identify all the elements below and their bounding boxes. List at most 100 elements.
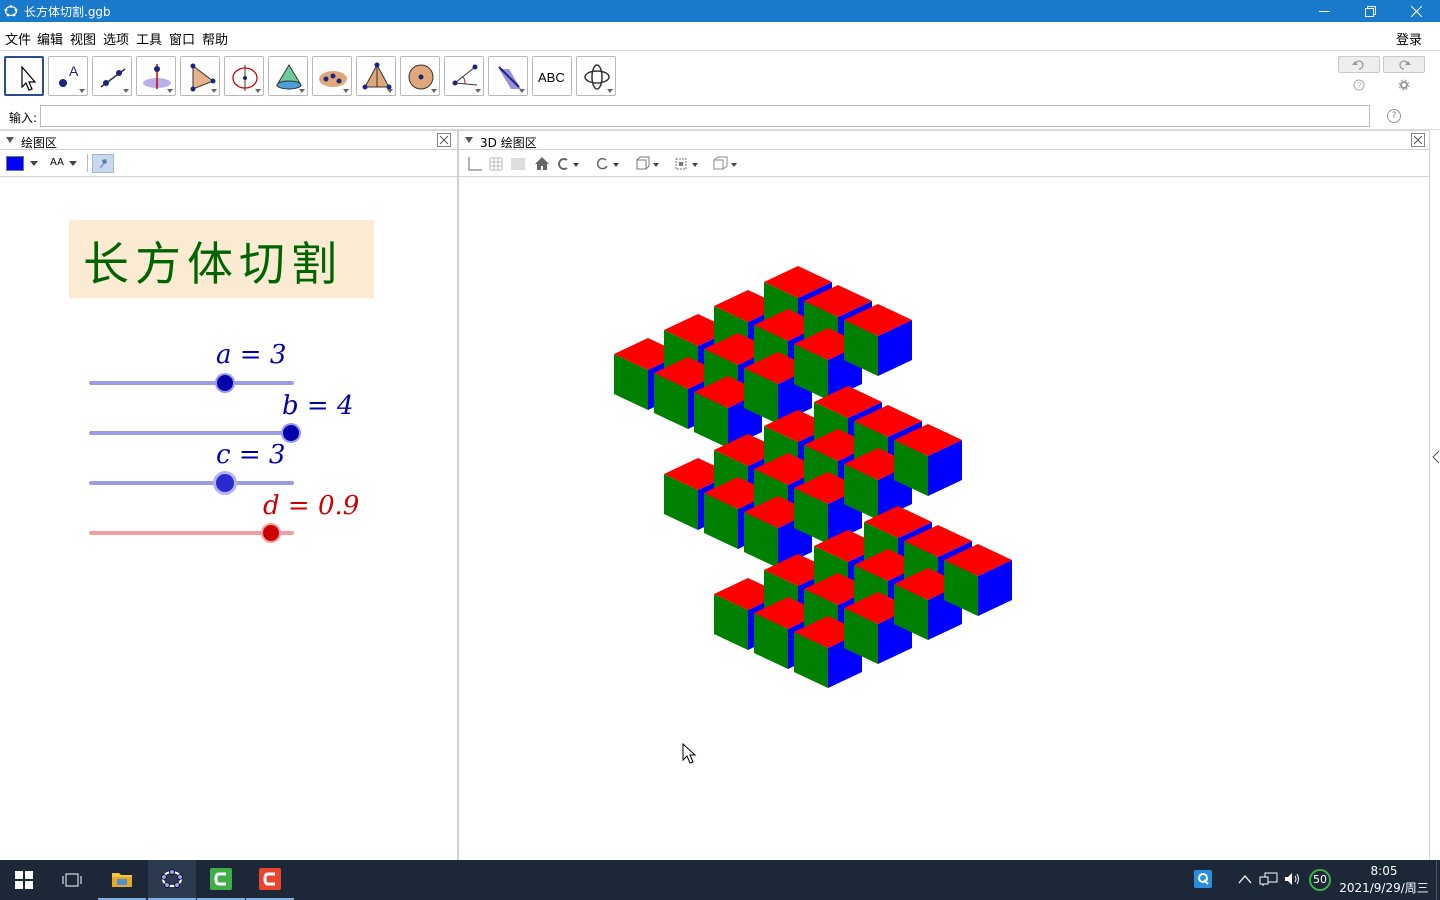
sidebar-toggle-strip[interactable]: [1429, 130, 1440, 860]
text-tool[interactable]: ABC: [532, 56, 572, 96]
clipping-dropdown-icon[interactable]: [672, 155, 704, 173]
menu-help[interactable]: 帮助: [202, 29, 228, 48]
task-view-icon: [62, 873, 82, 887]
input-help-icon[interactable]: ?: [1387, 109, 1401, 123]
restore-button[interactable]: [1347, 0, 1393, 22]
menu-bar: 文件 编辑 视图 选项 工具 窗口 帮助 登录: [0, 22, 1440, 51]
axes-toggle-icon[interactable]: [465, 155, 483, 173]
sphere-tool[interactable]: [400, 56, 440, 96]
graphics-stylebar: AA: [0, 151, 457, 177]
task-view-button[interactable]: [48, 860, 96, 900]
move-tool[interactable]: [4, 56, 44, 96]
undo-icon: [1352, 59, 1364, 70]
color-dropdown-icon[interactable]: [30, 161, 38, 166]
heading-textbox[interactable]: 长方体切割: [69, 220, 374, 298]
show-desktop-strip[interactable]: [1436, 860, 1437, 900]
clock-time: 8:05: [1370, 864, 1398, 878]
command-input[interactable]: [40, 105, 1370, 127]
window-title: 长方体切割.ggb: [24, 5, 111, 19]
chevron-up-icon[interactable]: [1238, 873, 1252, 885]
circle-axis-tool[interactable]: [224, 56, 264, 96]
rotate-view-tool[interactable]: [576, 56, 616, 96]
clock-date: 2021/9/29/周三: [1339, 881, 1429, 895]
gear-icon[interactable]: [1398, 79, 1410, 91]
view-direction-dropdown-icon[interactable]: [633, 155, 665, 173]
pyramid-tool[interactable]: [356, 56, 396, 96]
tray-counter-badge[interactable]: 50: [1309, 869, 1331, 891]
graphics-panel-close-button[interactable]: [437, 133, 451, 147]
graphics3d-panel-close-button[interactable]: [1411, 133, 1425, 147]
camtasia-red-button[interactable]: [246, 860, 294, 900]
zoom-dropdown-icon[interactable]: [555, 155, 583, 173]
pin-icon: [100, 159, 107, 168]
close-icon: [439, 135, 449, 145]
start-button[interactable]: [0, 860, 48, 900]
geogebra-icon: [161, 869, 183, 888]
polygon-tool[interactable]: [180, 56, 220, 96]
slider-d-knob[interactable]: [263, 525, 279, 541]
projection-dropdown-icon[interactable]: [711, 155, 743, 173]
graphics-view[interactable]: 长方体切割 a = 3 b = 4 c = 3 d = 0.9: [0, 177, 457, 860]
close-window-button[interactable]: [1393, 0, 1439, 22]
windows-logo-icon: [15, 871, 33, 889]
perpendicular-tool[interactable]: [136, 56, 176, 96]
qq-tray-icon[interactable]: [1194, 870, 1212, 888]
volume-icon[interactable]: [1284, 871, 1302, 887]
slider-b-label: b = 4: [282, 391, 354, 421]
geogebra-app-icon: [4, 5, 18, 17]
menu-edit[interactable]: 编辑: [37, 29, 63, 48]
cursor-arrow-icon: [21, 65, 37, 91]
close-icon: [1413, 135, 1423, 145]
intersect-tool[interactable]: [312, 56, 352, 96]
slider-b-knob[interactable]: [283, 425, 299, 441]
heading-text: 长方体切割: [83, 237, 343, 291]
folder-icon: [112, 873, 132, 887]
rotate-dropdown-icon[interactable]: [593, 155, 625, 173]
slider-a-track[interactable]: [89, 381, 294, 385]
camtasia-green-button[interactable]: [197, 860, 245, 900]
collapse-caret-icon[interactable]: [6, 137, 14, 143]
angle-tool[interactable]: [444, 56, 484, 96]
slider-b-track[interactable]: [89, 431, 294, 435]
point-tool[interactable]: A: [48, 56, 88, 96]
slider-a-knob[interactable]: [217, 375, 233, 391]
color-swatch-button[interactable]: [6, 156, 24, 171]
cone-tool[interactable]: [268, 56, 308, 96]
slider-c-knob[interactable]: [216, 474, 234, 492]
plane-toggle-icon[interactable]: [509, 155, 527, 173]
slider-c-track[interactable]: [89, 481, 294, 485]
login-link[interactable]: 登录: [1396, 29, 1422, 48]
font-size-button[interactable]: AA: [50, 157, 64, 168]
home-icon[interactable]: [533, 155, 551, 173]
graphics3d-panel-header: 3D 绘图区: [459, 130, 1429, 150]
graphics3d-view[interactable]: [459, 177, 1429, 860]
undo-button[interactable]: [1338, 56, 1380, 73]
line-tool[interactable]: [92, 56, 132, 96]
redo-button[interactable]: [1383, 56, 1425, 73]
menu-file[interactable]: 文件: [5, 29, 31, 48]
slider-c-label: c = 3: [216, 440, 286, 470]
menu-view[interactable]: 视图: [70, 29, 96, 48]
file-explorer-button[interactable]: [98, 860, 146, 900]
text-abc-icon: ABC: [538, 70, 565, 85]
reflect-tool[interactable]: [488, 56, 528, 96]
minimize-icon: [1318, 10, 1330, 12]
stylebar-divider: [87, 154, 88, 172]
pin-button[interactable]: [92, 154, 114, 173]
network-icon[interactable]: [1259, 871, 1279, 887]
geogebra-taskbar-button[interactable]: [148, 860, 196, 900]
menu-tools[interactable]: 工具: [136, 29, 162, 48]
minimize-button[interactable]: [1301, 0, 1347, 22]
menu-options[interactable]: 选项: [103, 29, 129, 48]
grid-toggle-icon[interactable]: [487, 155, 505, 173]
cube-grid-3d: [614, 266, 1012, 688]
slider-a-label: a = 3: [216, 340, 287, 370]
graphics3d-panel-title: 3D 绘图区: [480, 136, 537, 150]
help-icon[interactable]: ?: [1353, 79, 1365, 91]
system-clock[interactable]: 8:05 2021/9/29/周三: [1336, 863, 1432, 897]
collapse-caret-icon[interactable]: [465, 137, 473, 143]
menu-window[interactable]: 窗口: [169, 29, 195, 48]
chevron-left-icon[interactable]: [1432, 450, 1440, 464]
graphics-panel-title: 绘图区: [21, 136, 58, 150]
font-size-dropdown-icon[interactable]: [69, 161, 77, 166]
